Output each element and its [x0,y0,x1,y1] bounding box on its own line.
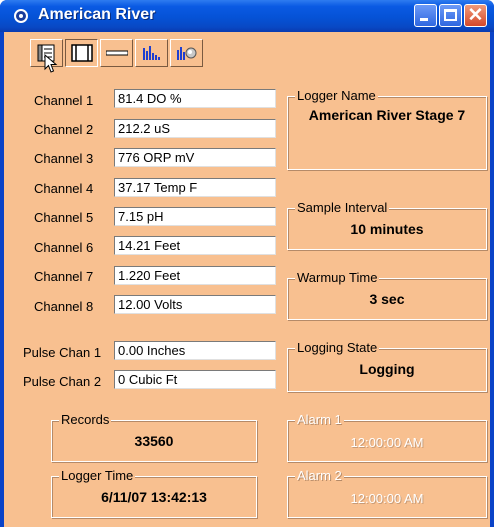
chart-lookup-button[interactable] [170,39,203,67]
sample-interval-group: Sample Interval 10 minutes [287,200,487,250]
logger-name-value: American River Stage 7 [308,107,466,123]
alarm-1-group: Alarm 1 12:00:00 AM [287,412,487,462]
main-panel: Channel 1 81.4 DO % Channel 2 212.2 uS C… [4,32,490,527]
app-icon[interactable] [14,9,28,23]
alarm-2-title: Alarm 2 [295,468,344,483]
channel-4-label: Channel 4 [34,181,94,196]
sample-interval-value: 10 minutes [350,221,424,237]
pulse-chan-1-value: 0.00 Inches [114,341,276,360]
records-group: Records 33560 [51,412,257,462]
alarm-1-title: Alarm 1 [295,412,344,427]
channel-5-label: Channel 5 [34,210,94,225]
channel-5-value: 7.15 pH [114,207,276,226]
maximize-icon [444,9,457,21]
mouse-cursor-icon [44,54,58,73]
sample-interval-title: Sample Interval [295,200,390,215]
channel-6-value: 14.21 Feet [114,236,276,255]
logging-state-title: Logging State [295,340,380,355]
channel-7-label: Channel 7 [34,269,94,284]
logger-name-group: Logger Name American River Stage 7 [287,88,487,170]
close-button[interactable]: ✕ [464,4,487,27]
logging-state-group: Logging State Logging [287,340,487,392]
channel-4-value: 37.17 Temp F [114,178,276,197]
window-title: American River [38,6,156,23]
logger-time-value: 6/11/07 13:42:13 [101,489,207,505]
channel-7-value: 1.220 Feet [114,266,276,285]
pulse-chan-1-label: Pulse Chan 1 [23,345,102,360]
channel-2-label: Channel 2 [34,122,94,137]
warmup-time-title: Warmup Time [295,270,380,285]
maximize-button[interactable] [439,4,462,27]
alarm-2-value: 12:00:00 AM [350,491,424,506]
warmup-time-value: 3 sec [369,291,405,307]
bar-graph-button[interactable] [135,39,168,67]
logging-state-value: Logging [359,361,415,377]
line-button[interactable] [100,39,133,67]
chart-lookup-icon [177,47,197,60]
warmup-time-group: Warmup Time 3 sec [287,270,487,320]
logger-name-title: Logger Name [295,88,378,103]
channel-2-value: 212.2 uS [114,119,276,138]
channel-6-label: Channel 6 [34,240,94,255]
channel-3-value: 776 ORP mV [114,148,276,167]
channel-3-label: Channel 3 [34,151,94,166]
alarm-2-group: Alarm 2 12:00:00 AM [287,468,487,518]
split-view-icon [71,44,93,62]
bar-graph-icon [143,46,160,60]
channel-8-value: 12.00 Volts [114,295,276,314]
logger-time-group: Logger Time 6/11/07 13:42:13 [51,468,257,518]
title-bar[interactable]: American River ✕ [0,0,494,32]
alarm-1-value: 12:00:00 AM [350,435,424,450]
app-window: American River ✕ Channel 1 81.4 DO % Cha… [0,0,494,527]
logger-time-title: Logger Time [59,468,136,483]
channel-1-value: 81.4 DO % [114,89,276,108]
pulse-chan-2-value: 0 Cubic Ft [114,370,276,389]
minimize-button[interactable] [414,4,437,27]
channel-1-label: Channel 1 [34,93,94,108]
channel-8-label: Channel 8 [34,299,94,314]
split-view-button[interactable] [65,39,98,67]
close-icon: ✕ [467,5,484,26]
minimize-icon [420,18,428,21]
pulse-chan-2-label: Pulse Chan 2 [23,374,102,389]
records-value: 33560 [134,433,174,449]
line-icon [106,50,128,56]
records-title: Records [59,412,112,427]
